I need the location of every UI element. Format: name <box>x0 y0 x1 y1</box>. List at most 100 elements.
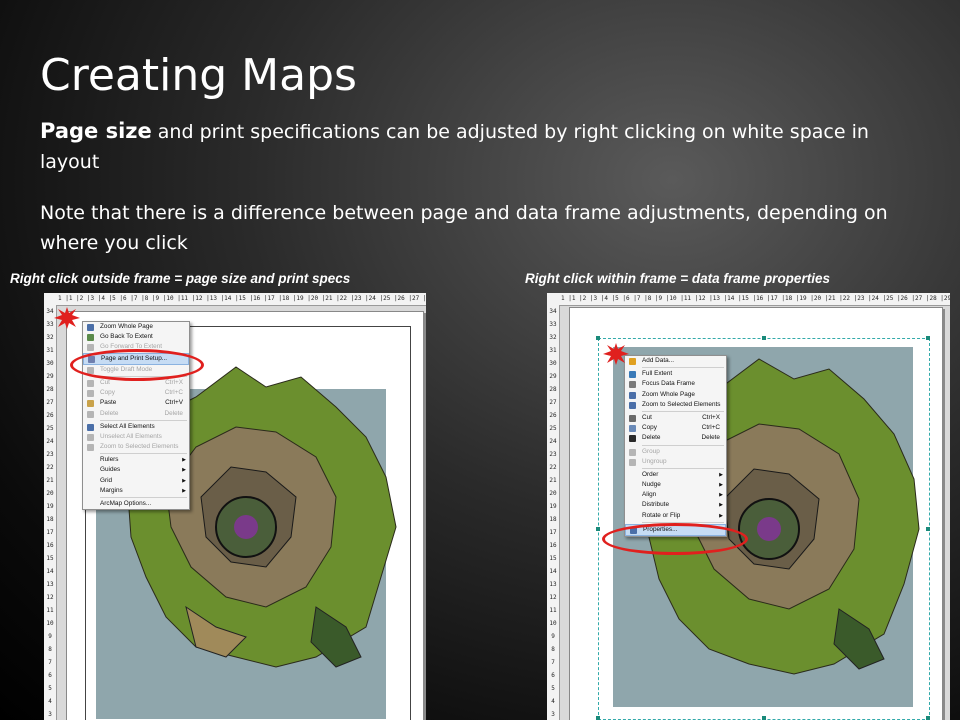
menu-item-rulers[interactable]: Rulers ▶ <box>83 455 189 465</box>
menu-item-select-all-elements[interactable]: Select All Elements <box>83 422 189 432</box>
menu-item-copy: Copy Ctrl+C <box>83 388 189 398</box>
ruler-tick-label: 30 <box>46 360 54 367</box>
menu-item-distribute[interactable]: Distribute ▶ <box>625 500 726 510</box>
menu-separator <box>642 410 724 412</box>
menu-item-label: Nudge <box>642 481 661 489</box>
ruler-tick-label: 10 <box>46 620 54 627</box>
ruler-tick-label: 7 <box>48 659 52 666</box>
page-size-paragraph: Page size and print specifications can b… <box>40 116 920 177</box>
ruler-tick-label: 9 <box>551 633 555 640</box>
ruler-tick-label: 24 <box>46 438 54 445</box>
menu-item-label: Group <box>642 447 660 455</box>
menu-item-copy[interactable]: Copy Ctrl+C <box>625 423 726 433</box>
ruler-tick-label: 31 <box>549 347 557 354</box>
menu-separator <box>100 497 187 498</box>
menu-item-label: Rotate or Flip <box>642 511 681 519</box>
submenu-arrow-icon: ▶ <box>182 457 186 464</box>
page-setup-highlight-oval <box>70 349 204 381</box>
ruler-tick-label: 24 <box>549 438 557 445</box>
menu-item-arcmap-options[interactable]: ArcMap Options... <box>83 499 189 509</box>
selection-handle[interactable] <box>762 716 766 720</box>
click-star-icon <box>54 307 80 329</box>
ruler-tick-label: 5 <box>48 685 52 692</box>
ruler-tick-label: 6 <box>48 672 52 679</box>
ruler-tick-label: 25 <box>46 425 54 432</box>
selection-handle[interactable] <box>596 336 600 340</box>
menu-item-label: Cut <box>642 413 652 421</box>
menu-item-label: Align <box>642 491 657 499</box>
menu-item-guides[interactable]: Guides ▶ <box>83 465 189 475</box>
ruler-tick-label: 12 <box>549 594 557 601</box>
zoom-whole-page-icon <box>629 391 636 399</box>
menu-item-label: Select All Elements <box>100 422 155 430</box>
selection-handle[interactable] <box>926 716 930 720</box>
menu-separator <box>642 467 724 469</box>
ruler-tick-label: 8 <box>551 646 555 653</box>
menu-item-full-extent[interactable]: Full Extent <box>625 369 726 379</box>
selection-handle[interactable] <box>926 527 930 531</box>
ruler-tick-label: 18 <box>549 516 557 523</box>
ruler-tick-label: 32 <box>549 334 557 341</box>
group-icon <box>629 448 636 456</box>
go-back-icon <box>87 334 94 342</box>
menu-item-shortcut: Ctrl+X <box>165 378 183 386</box>
menu-item-delete: Delete Delete <box>83 409 189 419</box>
ruler-tick-label: 8 <box>48 646 52 653</box>
selection-handle[interactable] <box>926 336 930 340</box>
cut-icon <box>629 414 636 422</box>
menu-item-align[interactable]: Align ▶ <box>625 490 726 500</box>
menu-item-zoom-whole-page[interactable]: Zoom Whole Page <box>83 322 189 332</box>
menu-item-margins[interactable]: Margins ▶ <box>83 486 189 496</box>
ruler-tick-label: 20 <box>46 490 54 497</box>
ruler-tick-label: 29 <box>46 373 54 380</box>
unselect-all-icon <box>87 433 94 441</box>
add-data-icon <box>629 358 636 365</box>
menu-item-label: Zoom to Selected Elements <box>642 400 721 408</box>
ruler-tick-label: 11 <box>549 607 557 614</box>
menu-item-grid[interactable]: Grid ▶ <box>83 476 189 486</box>
menu-item-label: Focus Data Frame <box>642 380 695 388</box>
menu-item-add-data[interactable]: Add Data... <box>625 356 726 366</box>
selection-handle[interactable] <box>596 716 600 720</box>
ruler-tick-label: 30 <box>549 360 557 367</box>
menu-item-delete[interactable]: Delete Delete <box>625 433 726 443</box>
click-star-icon <box>603 343 629 365</box>
menu-item-shortcut: Ctrl+C <box>164 389 183 397</box>
submenu-arrow-icon: ▶ <box>182 477 186 484</box>
focus-frame-icon <box>629 381 636 389</box>
menu-item-label: Order <box>642 470 659 478</box>
menu-item-focus-data-frame[interactable]: Focus Data Frame <box>625 379 726 389</box>
menu-item-shortcut: Delete <box>701 434 720 442</box>
menu-item-label: Zoom Whole Page <box>100 323 153 330</box>
ruler-tick-label: 22 <box>549 464 557 471</box>
ruler-tick-label: 17 <box>46 529 54 536</box>
menu-item-zoom-whole-page[interactable]: Zoom Whole Page <box>625 390 726 400</box>
ruler-tick-label: 14 <box>46 568 54 575</box>
selection-handle[interactable] <box>762 336 766 340</box>
menu-item-cut[interactable]: Cut Ctrl+X <box>625 413 726 423</box>
ruler-tick-label: 22 <box>46 464 54 471</box>
ruler-tick-label: 19 <box>46 503 54 510</box>
ruler-tick-label: 15 <box>549 555 557 562</box>
ruler-tick-label: 18 <box>46 516 54 523</box>
submenu-arrow-icon: ▶ <box>182 487 186 494</box>
ruler-tick-label: 25 <box>549 425 557 432</box>
submenu-arrow-icon: ▶ <box>719 482 723 489</box>
layout-screenshot-right: 1 |1 |2 |3 |4 |5 |6 |7 |8 |9 |10 |11 |12… <box>547 293 950 720</box>
menu-item-paste[interactable]: Paste Ctrl+V <box>83 398 189 408</box>
menu-item-zoom-to-selected-elements[interactable]: Zoom to Selected Elements <box>625 400 726 410</box>
ruler-tick-label: 11 <box>46 607 54 614</box>
slide-title: Creating Maps <box>40 50 357 101</box>
menu-item-order[interactable]: Order ▶ <box>625 470 726 480</box>
ruler-tick-label: 9 <box>48 633 52 640</box>
ruler-tick-label: 16 <box>549 542 557 549</box>
ruler-tick-label: 17 <box>549 529 557 536</box>
ruler-tick-label: 31 <box>46 347 54 354</box>
go-forward-icon <box>87 344 94 352</box>
menu-item-go-back-to-extent[interactable]: Go Back To Extent <box>83 332 189 342</box>
selection-handle[interactable] <box>596 527 600 531</box>
menu-item-nudge[interactable]: Nudge ▶ <box>625 480 726 490</box>
menu-item-rotate-or-flip[interactable]: Rotate or Flip ▶ <box>625 511 726 521</box>
menu-item-shortcut: Ctrl+X <box>702 413 720 421</box>
menu-item-label: Paste <box>100 399 117 407</box>
